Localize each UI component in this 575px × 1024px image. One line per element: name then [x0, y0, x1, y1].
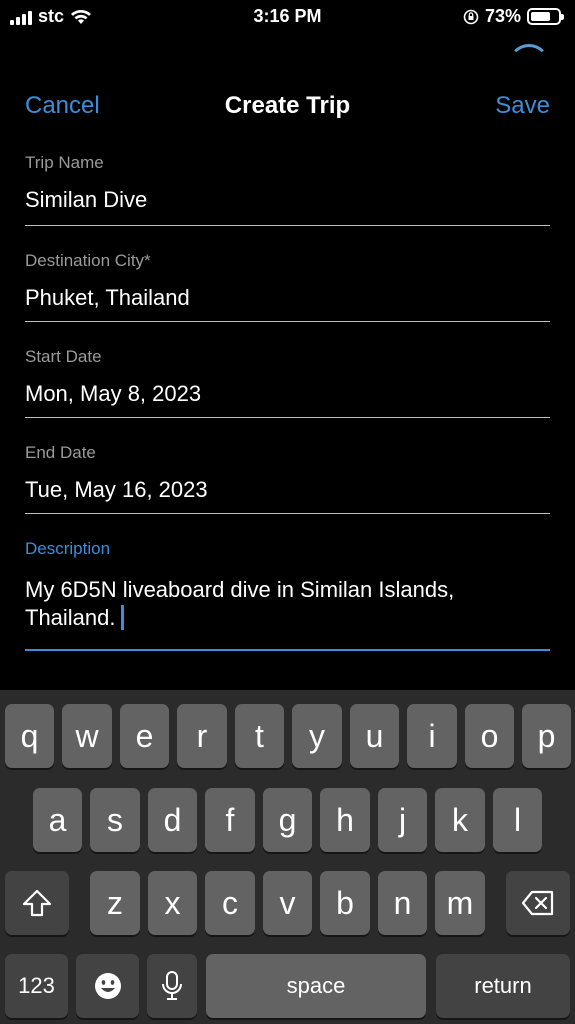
- dictation-key[interactable]: [147, 954, 197, 1018]
- orientation-lock-icon: [463, 9, 479, 24]
- key-e[interactable]: e: [120, 704, 169, 768]
- description-line-2-wrap: Thailand.: [25, 604, 550, 632]
- key-h[interactable]: h: [320, 788, 370, 852]
- shift-icon: [22, 889, 52, 917]
- key-k[interactable]: k: [435, 788, 485, 852]
- description-line-1: My 6D5N liveaboard dive in Similan Islan…: [25, 577, 455, 602]
- battery-icon: [527, 8, 564, 25]
- key-y[interactable]: y: [292, 704, 342, 768]
- key-z[interactable]: z: [90, 871, 140, 935]
- description-field[interactable]: Description My 6D5N liveaboard dive in S…: [25, 539, 550, 651]
- backspace-key[interactable]: [506, 871, 570, 935]
- end-date-field[interactable]: End Date Tue, May 16, 2023: [25, 443, 550, 514]
- key-v[interactable]: v: [263, 871, 312, 935]
- return-key[interactable]: return: [436, 954, 570, 1018]
- key-u[interactable]: u: [350, 704, 399, 768]
- description-textarea[interactable]: My 6D5N liveaboard dive in Similan Islan…: [25, 576, 550, 632]
- keyboard: q w e r t y u i o p a s d f g h j k l z …: [0, 690, 575, 1024]
- text-cursor: [120, 605, 124, 630]
- end-date-label: End Date: [25, 443, 96, 462]
- space-key[interactable]: space: [206, 954, 426, 1018]
- key-s[interactable]: s: [90, 788, 140, 852]
- key-a[interactable]: a: [33, 788, 82, 852]
- key-n[interactable]: n: [378, 871, 427, 935]
- key-m[interactable]: m: [435, 871, 485, 935]
- key-i[interactable]: i: [407, 704, 457, 768]
- shift-key[interactable]: [5, 871, 69, 935]
- start-date-underline: [25, 417, 550, 418]
- emoji-icon: [94, 973, 121, 999]
- trip-name-label: Trip Name: [25, 153, 104, 172]
- start-date-field[interactable]: Start Date Mon, May 8, 2023: [25, 347, 550, 418]
- key-g[interactable]: g: [263, 788, 312, 852]
- description-label: Description: [25, 539, 111, 558]
- description-line-2: Thailand.: [25, 605, 116, 630]
- destination-city-value[interactable]: Phuket, Thailand: [25, 285, 550, 311]
- key-p[interactable]: p: [522, 704, 571, 768]
- destination-city-underline: [25, 321, 550, 322]
- key-w[interactable]: w: [62, 704, 112, 768]
- end-date-underline: [25, 513, 550, 514]
- destination-city-label: Destination City*: [25, 251, 151, 270]
- key-b[interactable]: b: [320, 871, 370, 935]
- trip-name-value[interactable]: Similan Dive: [25, 187, 550, 213]
- key-d[interactable]: d: [148, 788, 197, 852]
- battery-percent: 73%: [484, 6, 521, 26]
- key-o[interactable]: o: [465, 704, 514, 768]
- page-title: Create Trip: [224, 92, 351, 119]
- start-date-value[interactable]: Mon, May 8, 2023: [25, 381, 550, 407]
- emoji-key[interactable]: [76, 954, 139, 1018]
- key-l[interactable]: l: [493, 788, 542, 852]
- battery-fill: [531, 12, 550, 21]
- numbers-key[interactable]: 123: [5, 954, 68, 1018]
- trip-name-underline: [25, 225, 550, 226]
- status-right: 73%: [463, 6, 564, 27]
- key-t[interactable]: t: [235, 704, 284, 768]
- backspace-icon: [521, 890, 554, 916]
- key-c[interactable]: c: [205, 871, 255, 935]
- end-date-value[interactable]: Tue, May 16, 2023: [25, 477, 550, 503]
- key-r[interactable]: r: [177, 704, 227, 768]
- status-bar: stc 3:16 PM 73%: [0, 0, 575, 34]
- navigation-bar: Cancel Create Trip Save: [0, 80, 575, 130]
- microphone-icon: [162, 971, 182, 1000]
- destination-city-field[interactable]: Destination City* Phuket, Thailand: [25, 251, 550, 322]
- key-q[interactable]: q: [5, 704, 54, 768]
- key-f[interactable]: f: [205, 788, 255, 852]
- key-j[interactable]: j: [378, 788, 427, 852]
- trip-name-field[interactable]: Trip Name Similan Dive: [25, 153, 550, 226]
- key-x[interactable]: x: [148, 871, 197, 935]
- description-underline: [25, 649, 550, 651]
- start-date-label: Start Date: [25, 347, 102, 366]
- save-button[interactable]: Save: [495, 92, 550, 120]
